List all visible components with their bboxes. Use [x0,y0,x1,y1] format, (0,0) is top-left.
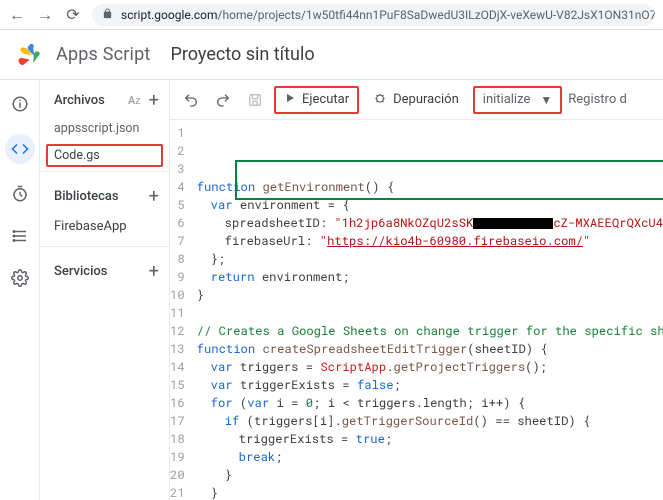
libraries-section-header: Bibliotecas + [40,176,169,211]
executions-icon[interactable] [8,224,32,248]
reload-icon[interactable]: ⟳ [64,5,82,24]
back-icon[interactable]: ← [8,5,26,25]
editor-toolbar: Ejecutar Depuración initialize ▼ Registr… [170,80,663,120]
code-line[interactable]: for (var i = 0; i < triggers.length; i++… [197,394,663,412]
library-item[interactable]: FirebaseApp [40,211,169,242]
run-label: Ejecutar [302,92,349,107]
info-icon[interactable] [8,92,32,116]
file-panel: Archivos Aᴢ + appsscript.jsonCode.gs Bib… [40,80,170,500]
triggers-icon[interactable] [8,182,32,206]
lock-icon [102,8,113,22]
files-label: Archivos [54,93,105,108]
apps-script-logo-icon [14,41,42,69]
editor-tab-icon[interactable] [5,134,35,164]
code-line[interactable]: triggerExists = true; [197,430,663,448]
debug-label: Depuración [393,92,459,107]
code-line[interactable]: } [197,466,663,484]
url-path: /home/projects/1w50tfi44nn1PuF8SaDwedU3I… [218,8,655,22]
file-item[interactable]: appsscript.json [40,115,169,142]
function-selected: initialize [483,92,531,107]
line-gutter: 1234567891011121314151617181920212223242… [170,120,193,500]
code-content[interactable]: function getEnvironment() {var environme… [193,120,663,500]
execution-log-label[interactable]: Registro d [568,92,627,107]
redacted-text [473,218,553,229]
undo-icon[interactable] [178,87,204,113]
code-line[interactable]: return environment; [197,268,663,286]
main-area: Archivos Aᴢ + appsscript.jsonCode.gs Bib… [0,80,663,500]
code-line[interactable]: } [197,484,663,500]
run-button[interactable]: Ejecutar [274,86,359,114]
play-icon [284,92,296,108]
code-line[interactable]: function getEnvironment() { [197,178,663,196]
save-icon[interactable] [242,87,268,113]
left-rail [0,80,40,500]
editor-area: Ejecutar Depuración initialize ▼ Registr… [170,80,663,500]
code-line[interactable]: if (triggers[i].getTriggerSourceId() == … [197,412,663,430]
code-line[interactable]: var environment = { [197,196,663,214]
code-line[interactable]: } [197,286,663,304]
code-line[interactable]: }; [197,250,663,268]
code-line[interactable]: // Creates a Google Sheets on change tri… [197,322,663,340]
redo-icon[interactable] [210,87,236,113]
code-line[interactable] [197,304,663,322]
url-host: script.google.com [121,8,218,22]
function-select[interactable]: initialize ▼ [473,86,562,114]
libraries-label: Bibliotecas [54,189,119,204]
debug-button[interactable]: Depuración [365,86,467,114]
services-label: Servicios [54,264,107,279]
app-header: Apps Script Proyecto sin título [0,30,663,80]
add-file-button[interactable]: + [149,90,159,111]
url-bar[interactable]: script.google.com/home/projects/1w50tfi4… [92,4,655,26]
code-line[interactable]: firebaseUrl: "https://kio4b-60980.fireba… [197,232,663,250]
code-editor[interactable]: 1234567891011121314151617181920212223242… [170,120,663,500]
bug-icon [373,91,387,109]
forward-icon[interactable]: → [36,5,54,25]
add-service-button[interactable]: + [149,261,159,282]
file-item[interactable]: Code.gs [46,144,163,167]
add-library-button[interactable]: + [149,186,159,207]
project-title[interactable]: Proyecto sin título [171,44,315,65]
code-line[interactable]: break; [197,448,663,466]
sort-icon[interactable]: Aᴢ [128,94,141,107]
app-name: Apps Script [56,44,151,65]
code-line[interactable]: function createSpreadsheetEditTrigger(sh… [197,340,663,358]
code-line[interactable]: var triggerExists = false; [197,376,663,394]
code-line[interactable]: spreadsheetID: "1h2jp6a8NkOZqU2sSKcZ-MXA… [197,214,663,232]
services-section-header: Servicios + [40,251,169,286]
chevron-down-icon: ▼ [540,93,552,107]
file-list: appsscript.jsonCode.gs [40,115,169,167]
library-list: FirebaseApp [40,211,169,242]
code-line[interactable]: var triggers = ScriptApp.getProjectTrigg… [197,358,663,376]
files-section-header: Archivos Aᴢ + [40,80,169,115]
browser-chrome: ← → ⟳ script.google.com/home/projects/1w… [0,0,663,30]
settings-icon[interactable] [8,266,32,290]
